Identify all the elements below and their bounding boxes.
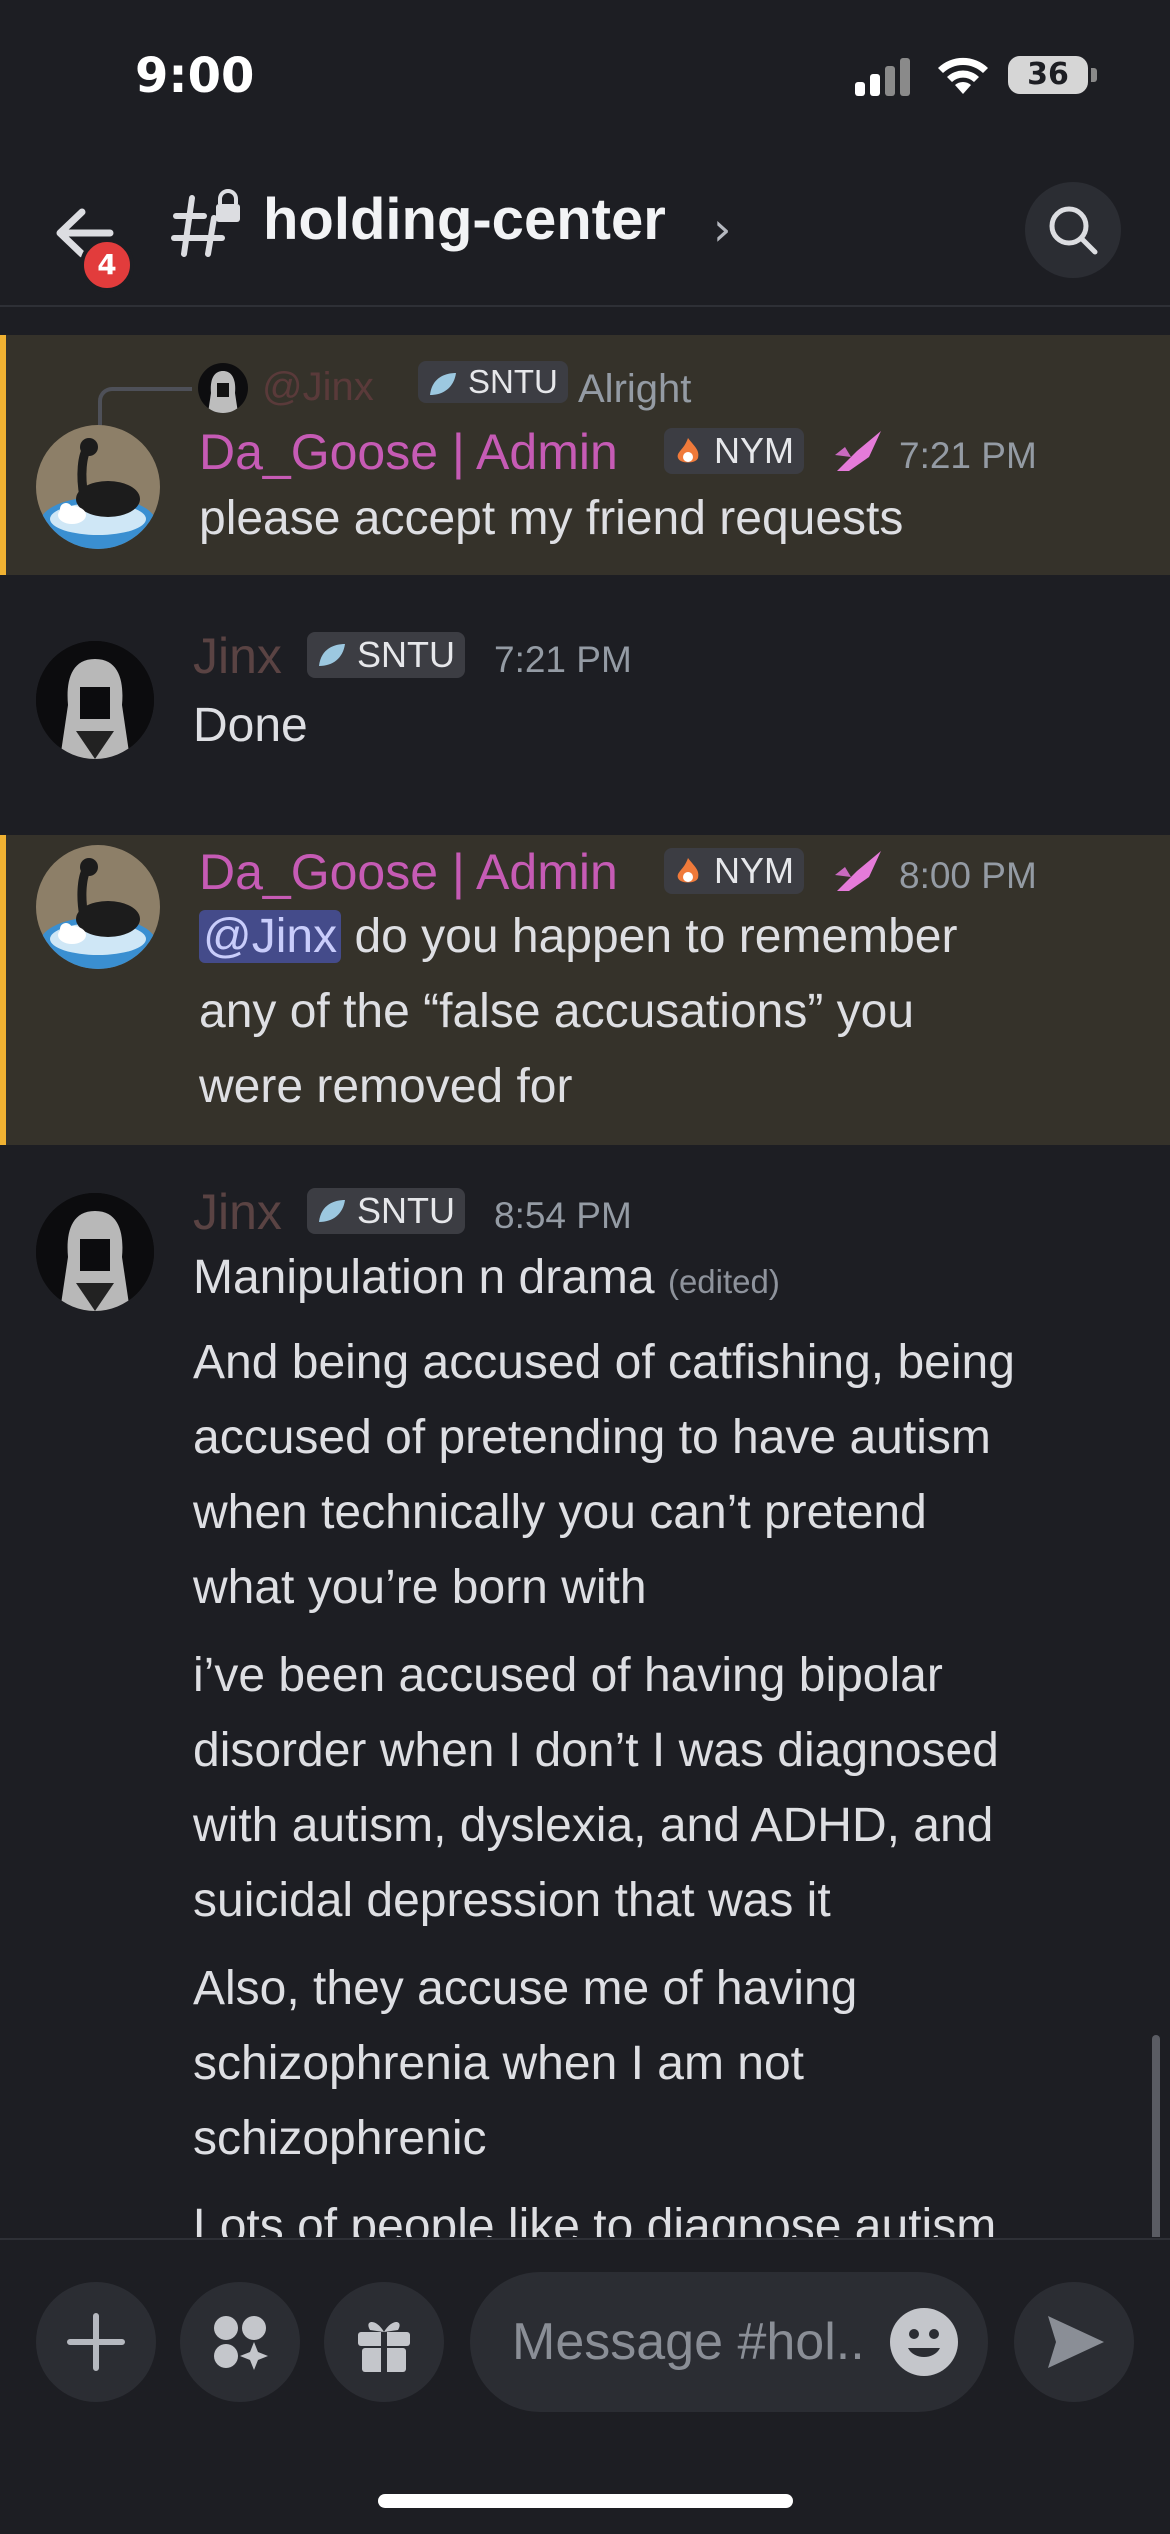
home-indicator[interactable]: [378, 2494, 793, 2508]
send-button[interactable]: [1014, 2282, 1134, 2402]
message-text: i’ve been accused of having bipolar diso…: [193, 1649, 999, 1927]
apps-icon: [214, 2316, 268, 2370]
avatar[interactable]: [36, 425, 160, 549]
timestamp: 7:21 PM: [899, 435, 1037, 476]
locked-channel-icon: [171, 189, 240, 257]
channel-name[interactable]: holding-center: [263, 186, 666, 253]
scrollbar[interactable]: [1152, 2035, 1160, 2237]
leaf-icon: [319, 644, 345, 666]
role-tag: SNTU: [307, 632, 465, 678]
channel-header: 4 holding-center ›: [0, 150, 1170, 307]
message-text: And being accused of catfishing, being a…: [193, 1336, 1015, 1614]
cellular-signal-icon: [855, 56, 915, 96]
timestamp: 8:00 PM: [899, 855, 1037, 896]
message-item[interactable]: Da_Goose | Admin NYM 8:00 PM @Jinx do yo…: [0, 835, 1170, 1145]
reply-avatar: [198, 363, 248, 413]
apps-button[interactable]: [180, 2282, 300, 2402]
edited-label: (edited): [667, 1263, 780, 1300]
leaf-icon: [319, 1200, 345, 1222]
gift-button[interactable]: [324, 2282, 444, 2402]
author-name[interactable]: Jinx: [193, 627, 282, 685]
role-tag: NYM: [664, 428, 804, 474]
leaf-icon: [430, 373, 456, 395]
role-tag: SNTU: [307, 1188, 465, 1234]
author-name[interactable]: Da_Goose | Admin: [199, 423, 618, 481]
status-bar: 9:00 36: [0, 0, 1170, 150]
add-attachment-button[interactable]: [36, 2282, 156, 2402]
message-placeholder: Message #hol..: [512, 2313, 865, 2371]
gift-icon: [358, 2322, 410, 2372]
chevron-right-icon[interactable]: ›: [713, 202, 731, 256]
unread-badge: 4: [80, 238, 134, 292]
avatar[interactable]: [36, 1193, 154, 1311]
message-item[interactable]: @Jinx SNTU Alright Da_Goose | Admin NYM: [0, 335, 1170, 575]
message-list[interactable]: @Jinx SNTU Alright Da_Goose | Admin NYM: [0, 307, 1170, 2237]
composer-bar: Message #hol..: [0, 2238, 1170, 2534]
wifi-icon: [938, 57, 988, 94]
message-item[interactable]: Jinx SNTU 8:54 PM Manipulation n drama (…: [0, 1145, 1170, 2237]
role-tag: SNTU: [418, 361, 568, 403]
plus-icon: [67, 2313, 125, 2371]
message-item[interactable]: Jinx SNTU 7:21 PM Done: [0, 575, 1170, 835]
reply-preview-text: Alright: [578, 367, 692, 411]
timestamp: 8:54 PM: [494, 1195, 632, 1236]
role-tag: NYM: [664, 848, 804, 894]
author-name[interactable]: Jinx: [193, 1183, 282, 1241]
message-text: Done: [193, 699, 308, 752]
reply-author[interactable]: @Jinx: [262, 365, 374, 410]
search-button[interactable]: [1025, 182, 1121, 278]
flame-icon: [677, 858, 699, 883]
rocket-badge-icon: [835, 431, 881, 471]
battery-level: 36: [1008, 56, 1088, 94]
avatar[interactable]: [36, 641, 154, 759]
message-text: Lots of people like to diagnose autism: [193, 2200, 997, 2237]
search-icon: [1049, 206, 1098, 255]
user-mention[interactable]: @Jinx: [199, 910, 342, 963]
message-text: please accept my friend requests: [199, 492, 904, 545]
avatar[interactable]: [36, 845, 160, 969]
message-text: Manipulation n drama (edited): [193, 1251, 780, 1304]
author-name[interactable]: Da_Goose | Admin: [199, 843, 618, 901]
message-text: @Jinx do you happen to remember any of t…: [199, 910, 958, 1113]
flame-icon: [677, 438, 699, 463]
battery-tip: [1091, 68, 1097, 82]
emoji-icon[interactable]: [890, 2308, 958, 2376]
status-time: 9:00: [135, 48, 255, 104]
message-input[interactable]: Message #hol..: [470, 2272, 988, 2412]
rocket-badge-icon: [835, 851, 881, 891]
message-text: Also, they accuse me of having schizophr…: [193, 1962, 858, 2165]
send-icon: [1048, 2316, 1104, 2368]
timestamp: 7:21 PM: [494, 639, 632, 680]
